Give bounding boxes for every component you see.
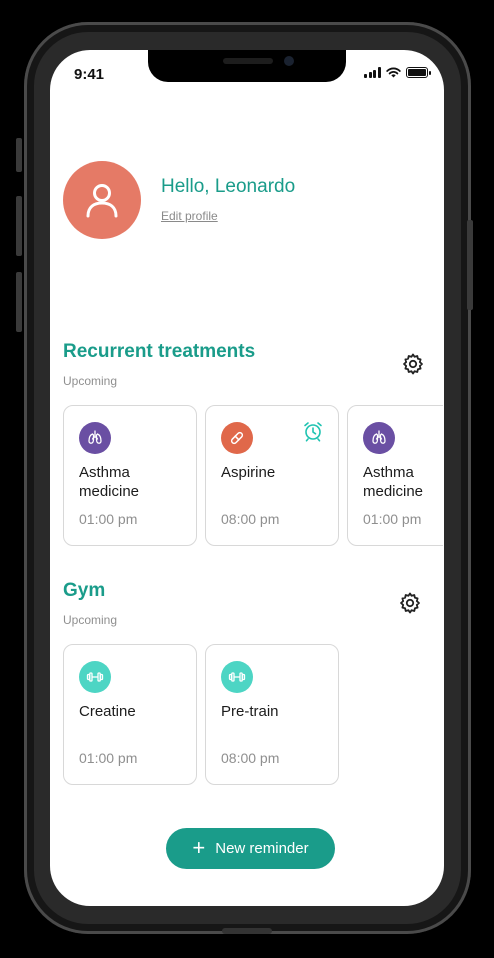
wifi-icon	[385, 67, 401, 78]
treatment-time: 08:00 pm	[221, 511, 280, 527]
pill-icon	[221, 422, 253, 454]
status-time: 9:41	[74, 66, 105, 83]
treatment-card[interactable]: Aspirine 08:00 pm	[205, 405, 339, 546]
treatment-time: 01:00 pm	[363, 511, 422, 527]
new-reminder-label: New reminder	[215, 840, 309, 857]
lungs-icon	[363, 422, 395, 454]
recurrent-cards-row[interactable]: Asthma medicine 01:00 pm Aspirine 08:00 …	[50, 400, 443, 550]
gym-card[interactable]: Pre-train 08:00 pm	[205, 644, 339, 785]
mute-switch	[16, 138, 22, 172]
gym-settings-gear-icon[interactable]	[398, 591, 422, 615]
new-reminder-button[interactable]: + New reminder	[166, 828, 335, 869]
notch	[148, 50, 346, 82]
status-icons	[364, 67, 431, 78]
treatment-name: Aspirine	[221, 464, 276, 481]
cellular-signal-icon	[364, 67, 381, 78]
alarm-icon[interactable]	[302, 420, 324, 442]
bottom-edge	[222, 928, 272, 934]
battery-icon	[405, 67, 431, 78]
plus-icon: +	[192, 834, 206, 860]
speaker	[223, 58, 273, 64]
treatment-time: 01:00 pm	[79, 511, 138, 527]
dumbbell-icon	[221, 661, 253, 693]
treatment-name: Asthma medicine	[79, 464, 140, 500]
treatment-card[interactable]: Asthma medicine 01:00 pm	[63, 405, 197, 546]
gym-item-time: 08:00 pm	[221, 750, 280, 766]
greeting-text: Hello, Leonardo	[161, 176, 296, 197]
treatment-card[interactable]: Asthma medicine 01:00 pm	[347, 405, 443, 546]
gym-card[interactable]: Creatine 01:00 pm	[63, 644, 197, 785]
gym-item-name: Pre-train	[221, 703, 279, 720]
user-icon	[86, 184, 118, 218]
treatment-name: Asthma medicine	[363, 464, 424, 500]
edit-profile-link[interactable]: Edit profile	[161, 209, 218, 223]
gym-item-name: Creatine	[79, 703, 136, 720]
volume-up-button	[16, 196, 22, 256]
avatar[interactable]	[63, 161, 141, 239]
recurrent-settings-gear-icon[interactable]	[401, 352, 425, 376]
dumbbell-icon	[79, 661, 111, 693]
recurrent-section-title: Recurrent treatments	[63, 341, 256, 362]
power-button	[467, 220, 473, 310]
lungs-icon	[79, 422, 111, 454]
gym-item-time: 01:00 pm	[79, 750, 138, 766]
gym-section-title: Gym	[63, 580, 106, 601]
recurrent-section-subtitle: Upcoming	[63, 374, 118, 388]
gym-section-subtitle: Upcoming	[63, 613, 118, 627]
front-camera	[284, 56, 294, 66]
volume-down-button	[16, 272, 22, 332]
